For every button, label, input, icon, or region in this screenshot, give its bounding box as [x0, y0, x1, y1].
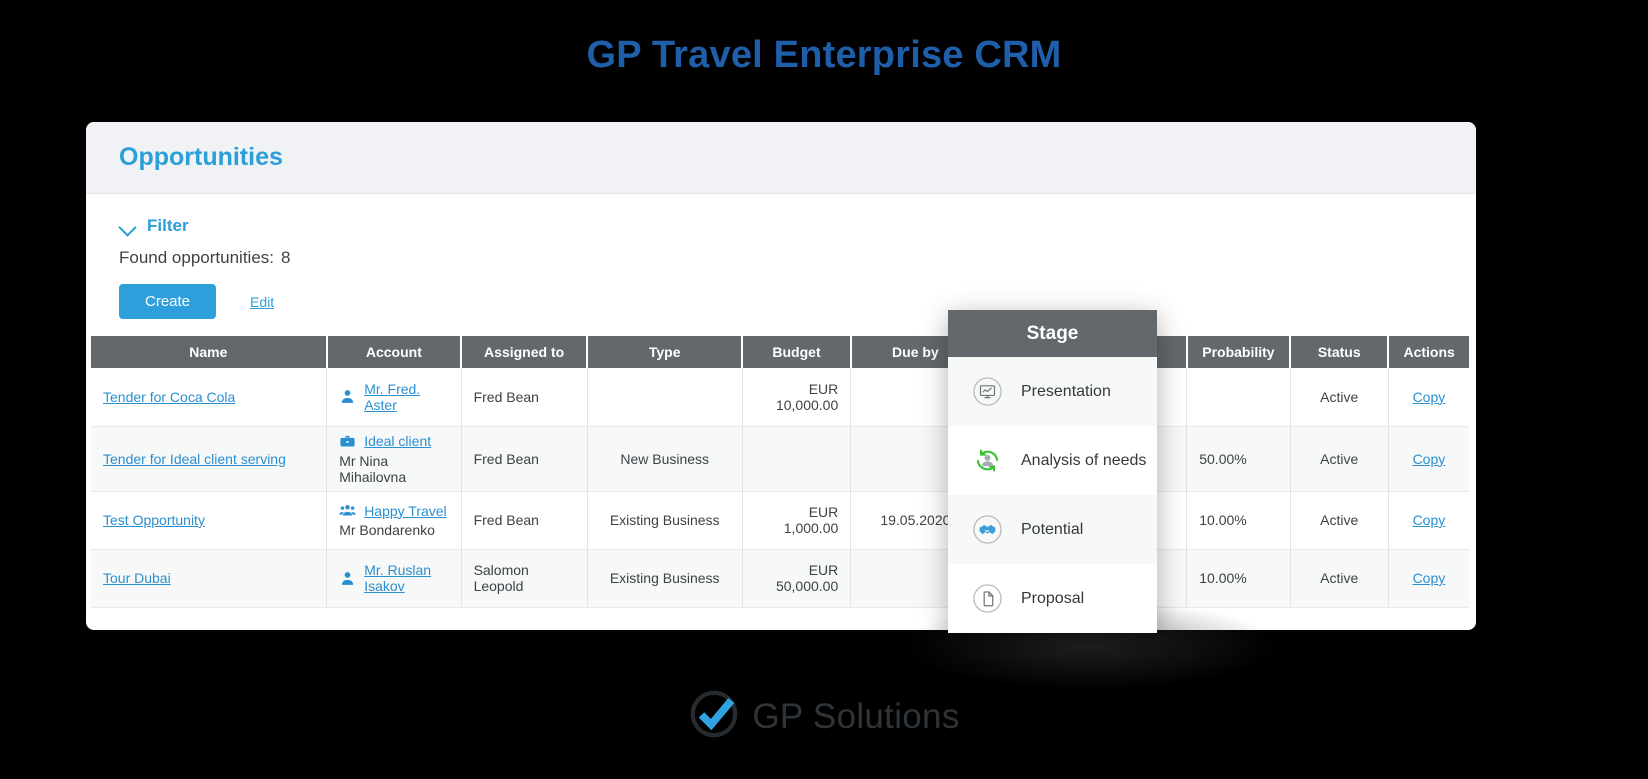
type-value: Existing Business	[587, 549, 743, 608]
group-icon	[339, 502, 356, 519]
assigned-to-value: Fred Bean	[461, 491, 588, 550]
opportunities-card: Opportunities Filter Found opportunities…	[86, 122, 1476, 630]
stage-option-label: Analysis of needs	[1021, 451, 1147, 469]
probability-value: 10.00%	[1186, 491, 1291, 550]
chevron-down-icon	[119, 220, 137, 232]
person-icon	[339, 388, 356, 405]
status-value: Active	[1290, 426, 1389, 492]
footer-logo-text: GP Solutions	[752, 696, 960, 736]
stage-option-potential[interactable]: Potential	[948, 495, 1157, 564]
stage-option-presentation[interactable]: Presentation	[948, 357, 1157, 426]
copy-action-link[interactable]: Copy	[1413, 451, 1446, 467]
found-label: Found opportunities:	[119, 248, 274, 267]
stage-option-label: Proposal	[1021, 589, 1085, 607]
table-row: Test Opportunity Happy Travel Mr Bondare…	[91, 491, 1469, 550]
presentation-monitor-icon	[970, 374, 1005, 409]
briefcase-icon	[339, 433, 356, 450]
copy-action-link[interactable]: Copy	[1413, 512, 1446, 528]
column-header-account[interactable]: Account	[326, 336, 463, 368]
stage-option-proposal[interactable]: Proposal	[948, 564, 1157, 633]
status-value: Active	[1290, 368, 1389, 427]
budget-value: EUR 10,000.00	[742, 368, 852, 427]
document-icon	[970, 581, 1005, 616]
filter-toggle[interactable]: Filter	[86, 216, 1476, 236]
account-contact: Mr Bondarenko	[339, 522, 435, 538]
probability-value	[1186, 368, 1291, 427]
stage-dropdown-title: Stage	[948, 310, 1157, 357]
budget-value	[742, 426, 852, 492]
account-link[interactable]: Mr. Fred. Aster	[364, 381, 448, 413]
handshake-icon	[970, 512, 1005, 547]
opportunity-name-link[interactable]: Tender for Ideal client serving	[103, 451, 286, 467]
opportunity-name-link[interactable]: Tour Dubai	[103, 570, 171, 586]
type-value	[587, 368, 743, 427]
opportunity-name-link[interactable]: Test Opportunity	[103, 512, 205, 528]
probability-value: 10.00%	[1186, 549, 1291, 608]
person-icon	[339, 570, 356, 587]
assigned-to-value: Salomon Leopold	[461, 549, 588, 608]
screenshot-root: GP Travel Enterprise CRM Opportunities F…	[0, 0, 1648, 779]
edit-link[interactable]: Edit	[250, 294, 274, 310]
column-header-actions[interactable]: Actions	[1388, 336, 1469, 368]
table-row: Tender for Ideal client serving Ideal cl…	[91, 426, 1469, 492]
found-count: 8	[281, 248, 291, 267]
copy-action-link[interactable]: Copy	[1413, 570, 1446, 586]
stage-option-label: Presentation	[1021, 382, 1111, 400]
table-row: Tender for Coca Cola Mr. Fred. Aster Fre…	[91, 368, 1469, 427]
table-header-row: Name Account Assigned to Type Budget Due…	[91, 336, 1469, 368]
budget-value: EUR 1,000.00	[742, 491, 852, 550]
column-header-assigned-to[interactable]: Assigned to	[461, 336, 589, 368]
column-header-status[interactable]: Status	[1290, 336, 1390, 368]
type-value: New Business	[587, 426, 743, 492]
account-contact: Mr Nina Mihailovna	[339, 452, 407, 485]
opportunities-table: Name Account Assigned to Type Budget Due…	[91, 336, 1469, 608]
stage-option-label: Potential	[1021, 520, 1084, 538]
assigned-to-value: Fred Bean	[461, 426, 588, 492]
account-link[interactable]: Ideal client	[364, 433, 431, 449]
person-refresh-icon	[970, 443, 1005, 478]
account-link[interactable]: Happy Travel	[364, 503, 446, 519]
card-body: Filter Found opportunities: 8 Create Edit…	[86, 194, 1476, 608]
status-value: Active	[1290, 491, 1389, 550]
assigned-to-value: Fred Bean	[461, 368, 588, 427]
status-value: Active	[1290, 549, 1389, 608]
stage-option-analysis-of-needs[interactable]: Analysis of needs	[948, 426, 1157, 495]
copy-action-link[interactable]: Copy	[1413, 389, 1446, 405]
column-header-type[interactable]: Type	[587, 336, 744, 368]
create-button[interactable]: Create	[119, 284, 217, 319]
action-button-row: Create Edit	[86, 284, 1476, 319]
opportunity-name-link[interactable]: Tender for Coca Cola	[103, 389, 235, 405]
account-link[interactable]: Mr. Ruslan Isakov	[364, 562, 448, 594]
page-title: GP Travel Enterprise CRM	[586, 34, 1062, 76]
check-circle-icon	[688, 688, 740, 745]
column-header-name[interactable]: Name	[91, 336, 328, 368]
probability-value: 50.00%	[1186, 426, 1291, 492]
stage-dropdown: Stage Presentation Analysis of needs Pot…	[948, 310, 1157, 633]
card-header: Opportunities	[86, 122, 1476, 194]
card-title: Opportunities	[119, 143, 283, 171]
footer-logo: GP Solutions	[0, 688, 1648, 745]
filter-label: Filter	[147, 216, 189, 235]
column-header-budget[interactable]: Budget	[742, 336, 852, 368]
column-header-probability[interactable]: Probability	[1186, 336, 1292, 368]
budget-value: EUR 50,000.00	[742, 549, 852, 608]
table-row: Tour Dubai Mr. Ruslan Isakov Salomon Leo…	[91, 549, 1469, 608]
type-value: Existing Business	[587, 491, 743, 550]
found-opportunities: Found opportunities: 8	[86, 248, 1476, 268]
